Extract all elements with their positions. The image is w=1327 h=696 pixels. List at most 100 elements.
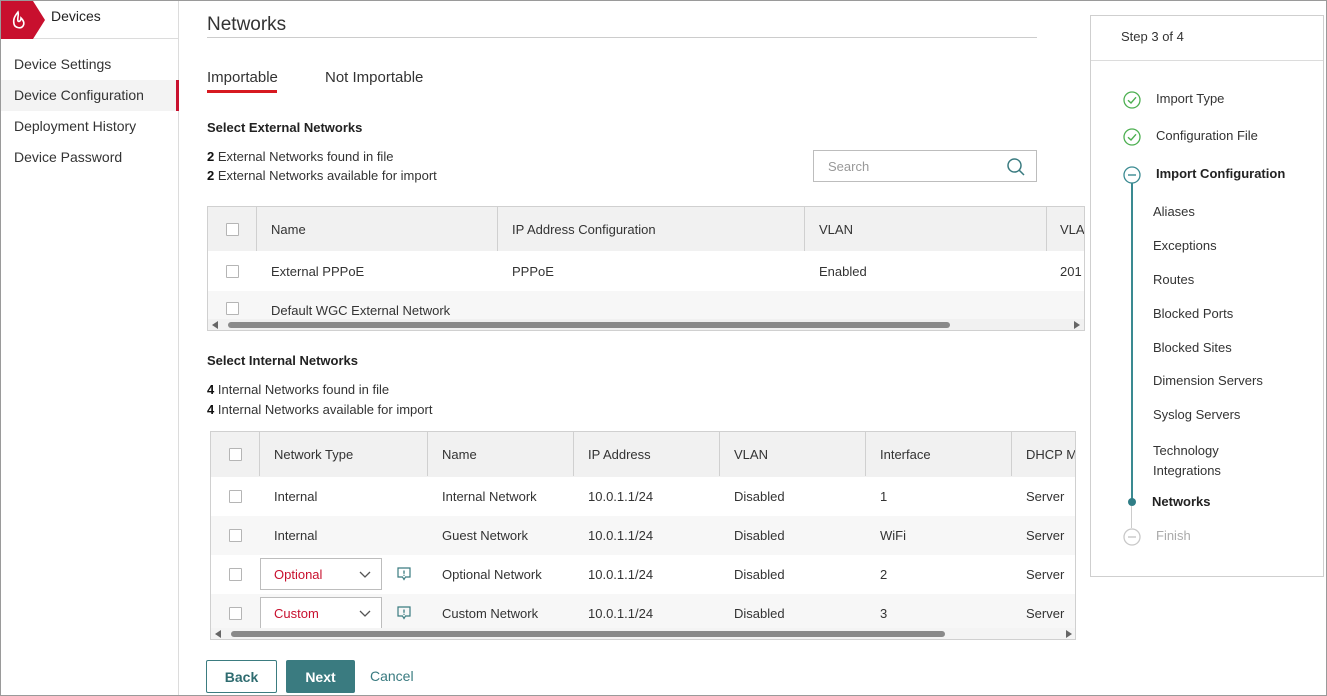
cell-ip-config: PPPoE: [512, 263, 554, 279]
tab-importable[interactable]: Importable: [207, 69, 278, 86]
column-header-ip-config[interactable]: IP Address Configuration: [512, 207, 656, 251]
table-header: Network Type Name IP Address VLAN Interf…: [211, 432, 1075, 477]
row-checkbox[interactable]: [229, 490, 242, 503]
column-divider: [573, 432, 574, 476]
cell-vlan: Disabled: [734, 528, 785, 543]
sidebar-item-device-settings[interactable]: Device Settings: [1, 49, 178, 80]
scroll-left-icon[interactable]: [212, 321, 218, 329]
chevron-down-icon: [359, 571, 371, 578]
scrollbar-thumb[interactable]: [228, 322, 950, 328]
column-divider: [865, 432, 866, 476]
cell-vlan: Enabled: [819, 263, 867, 279]
network-type-select[interactable]: Custom: [260, 597, 382, 629]
back-button[interactable]: Back: [206, 660, 277, 693]
scroll-right-icon[interactable]: [1074, 321, 1080, 329]
row-checkbox[interactable]: [229, 568, 242, 581]
table-row[interactable]: Internal Guest Network 10.0.1.1/24 Disab…: [211, 516, 1075, 555]
sidebar-item-deployment-history[interactable]: Deployment History: [1, 111, 178, 142]
progress-line-pending: [1131, 506, 1132, 528]
external-networks-table: Name IP Address Configuration VLAN VLA E…: [207, 206, 1085, 331]
wizard-substep-routes: Routes: [1153, 272, 1195, 287]
column-divider: [256, 207, 257, 251]
internal-found-count: 4 Internal Networks found in file: [207, 382, 389, 397]
progress-line: [1131, 183, 1133, 501]
external-available-count: 2 External Networks available for import: [207, 168, 437, 183]
scroll-left-icon[interactable]: [215, 630, 221, 638]
wizard-step-import-configuration: Import Configuration: [1156, 166, 1286, 181]
select-all-checkbox[interactable]: [229, 448, 242, 461]
cancel-link[interactable]: Cancel: [370, 668, 414, 684]
column-header-vlan[interactable]: VLAN: [819, 207, 853, 251]
cell-name: Guest Network: [442, 528, 528, 543]
column-header-network-type[interactable]: Network Type: [274, 432, 353, 477]
wizard-substep-exceptions: Exceptions: [1153, 238, 1217, 253]
internal-networks-table: Network Type Name IP Address VLAN Interf…: [210, 431, 1076, 640]
sidebar-item-device-password[interactable]: Device Password: [1, 142, 178, 173]
scroll-right-icon[interactable]: [1066, 630, 1072, 638]
internal-available-number: 4: [207, 402, 215, 417]
cell-ip-address: 10.0.1.1/24: [588, 567, 654, 582]
table-row[interactable]: External PPPoE PPPoE Enabled 201: [208, 251, 1084, 291]
column-divider: [1011, 432, 1012, 476]
wizard-step-configuration-file: Configuration File: [1156, 128, 1258, 143]
cell-name: External PPPoE: [271, 263, 365, 279]
column-divider: [427, 432, 428, 476]
internal-found-number: 4: [207, 382, 215, 397]
chevron-down-icon: [359, 610, 371, 617]
scrollbar-thumb[interactable]: [231, 631, 945, 637]
cell-network-type: Internal: [274, 528, 318, 543]
cell-interface: WiFi: [880, 528, 906, 543]
search-icon[interactable]: [1006, 157, 1026, 177]
external-found-text: External Networks found in file: [217, 149, 394, 164]
table-row[interactable]: Optional Optional Network 10.0.1.1/24 Di…: [211, 555, 1075, 594]
column-header-ip-address[interactable]: IP Address: [588, 432, 651, 477]
wizard-substep-blocked-ports: Blocked Ports: [1153, 306, 1234, 321]
table-row[interactable]: Default WGC External Network: [208, 291, 1084, 319]
column-header-vlan-id[interactable]: VLA: [1060, 207, 1084, 251]
tab-not-importable[interactable]: Not Importable: [325, 69, 423, 86]
table-row[interactable]: Internal Internal Network 10.0.1.1/24 Di…: [211, 477, 1075, 516]
row-checkbox[interactable]: [229, 607, 242, 620]
info-icon[interactable]: [396, 605, 412, 621]
wizard-substep-syslog-servers: Syslog Servers: [1153, 407, 1241, 422]
sidebar-item-device-configuration[interactable]: Device Configuration: [1, 80, 179, 111]
cell-name: Internal Network: [442, 489, 537, 504]
row-checkbox[interactable]: [229, 529, 242, 542]
cell-dhcp-mode: Server: [1026, 567, 1065, 582]
cell-vlan: Disabled: [734, 567, 785, 582]
internal-available-text: Internal Networks available for import: [217, 402, 433, 417]
cell-vlan: Disabled: [734, 489, 785, 504]
column-header-interface[interactable]: Interface: [880, 432, 931, 477]
check-circle-icon: [1123, 91, 1141, 109]
column-header-vlan[interactable]: VLAN: [734, 432, 768, 477]
sidebar-brand[interactable]: Devices: [1, 1, 178, 39]
row-checkbox[interactable]: [226, 265, 239, 278]
column-divider: [497, 207, 498, 251]
wizard-substep-aliases: Aliases: [1153, 204, 1195, 219]
wizard-substep-technology-integrations: Technology Integrations: [1153, 443, 1221, 478]
network-type-select-value: Optional: [274, 566, 323, 582]
column-header-name[interactable]: Name: [271, 207, 306, 251]
info-icon[interactable]: [396, 566, 412, 582]
select-all-checkbox[interactable]: [226, 223, 239, 236]
cell-ip-address: 10.0.1.1/24: [588, 528, 654, 543]
horizontal-scrollbar[interactable]: [208, 319, 1084, 330]
search-input[interactable]: [814, 151, 999, 181]
internal-found-text: Internal Networks found in file: [217, 382, 390, 397]
next-button[interactable]: Next: [286, 660, 355, 693]
internal-available-count: 4 Internal Networks available for import: [207, 402, 432, 417]
wizard-substep-dimension-servers: Dimension Servers: [1153, 373, 1263, 388]
network-type-select[interactable]: Optional: [260, 558, 382, 590]
external-available-text: External Networks available for import: [217, 168, 437, 183]
external-found-count: 2 External Networks found in file: [207, 149, 393, 164]
external-found-number: 2: [207, 149, 215, 164]
column-header-name[interactable]: Name: [442, 432, 477, 477]
horizontal-scrollbar[interactable]: [211, 628, 1075, 639]
sidebar-nav: Device Settings Device Configuration Dep…: [1, 49, 179, 173]
column-divider: [1046, 207, 1047, 251]
column-header-dhcp-mode[interactable]: DHCP M: [1026, 432, 1075, 477]
row-checkbox[interactable]: [226, 302, 239, 315]
column-divider: [259, 432, 260, 476]
table-row[interactable]: Custom Custom Network 10.0.1.1/24 Disabl…: [211, 594, 1075, 629]
wizard-substep-networks: Networks: [1152, 494, 1211, 509]
